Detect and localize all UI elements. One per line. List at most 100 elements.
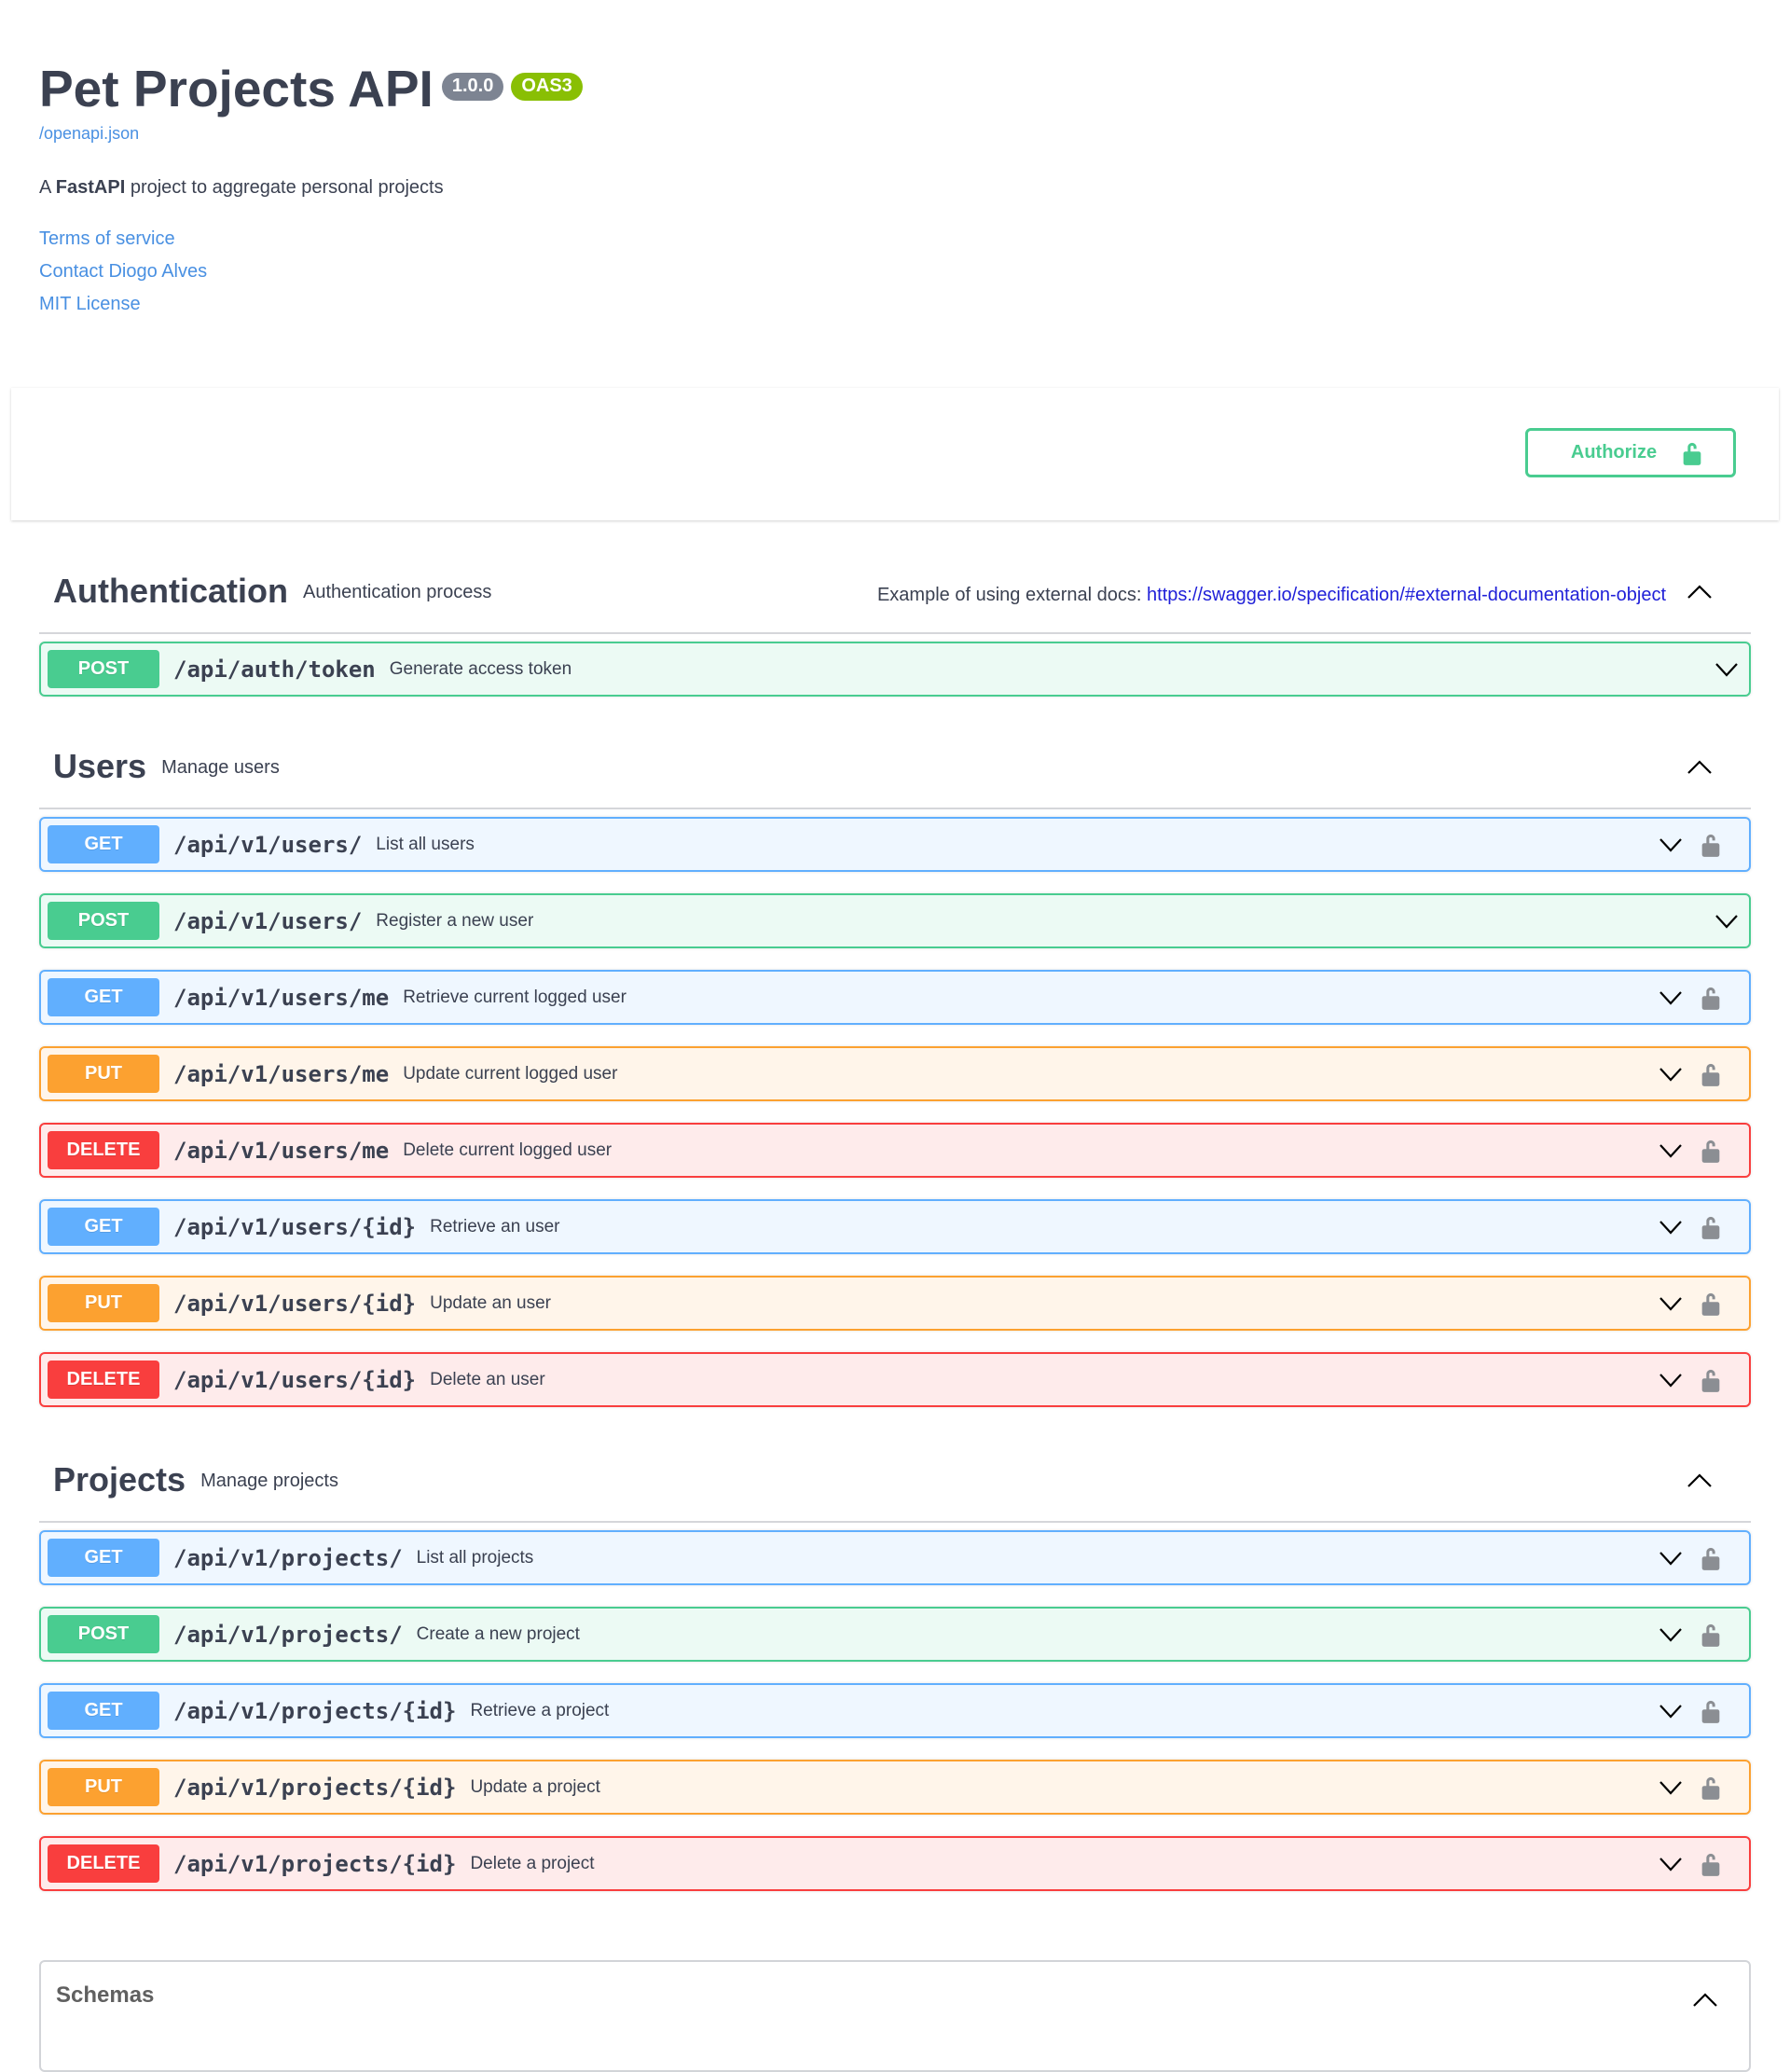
operation-summary: Update current logged user xyxy=(403,1063,618,1084)
unlock-icon[interactable] xyxy=(1700,1061,1722,1087)
unlock-icon[interactable] xyxy=(1700,1138,1722,1164)
tag-description: Manage projects xyxy=(200,1470,338,1491)
operation-path: /api/v1/users/me xyxy=(173,1137,390,1164)
operation-summary: Retrieve an user xyxy=(430,1216,560,1236)
chevron-down-icon[interactable] xyxy=(1658,1855,1684,1873)
method-badge: PUT xyxy=(48,1768,159,1806)
unlock-icon[interactable] xyxy=(1700,1214,1722,1240)
description-bold: FastAPI xyxy=(55,177,126,198)
operation-put[interactable]: PUT/api/v1/projects/{id} Update a project xyxy=(39,1760,1751,1815)
unlock-icon[interactable] xyxy=(1700,1851,1722,1877)
unlock-icon[interactable] xyxy=(1700,832,1722,858)
method-badge: PUT xyxy=(48,1284,159,1322)
authorize-button[interactable]: Authorize xyxy=(1525,428,1736,477)
operation-get[interactable]: GET/api/v1/users/{id} Retrieve an user xyxy=(39,1199,1751,1254)
operation-get[interactable]: GET/api/v1/users/List all users xyxy=(39,817,1751,872)
chevron-down-icon[interactable] xyxy=(1658,1065,1684,1084)
chevron-down-icon[interactable] xyxy=(1714,660,1740,679)
operation-summary: Delete a project xyxy=(470,1853,595,1873)
operation-path: /api/v1/projects/ xyxy=(173,1621,403,1648)
operation-summary: Retrieve a project xyxy=(470,1700,610,1720)
operation-put[interactable]: PUT/api/v1/users/me Update current logged… xyxy=(39,1046,1751,1101)
unlock-icon[interactable] xyxy=(1700,1367,1722,1393)
chevron-up-icon[interactable] xyxy=(1686,1471,1714,1489)
operation-summary: Register a new user xyxy=(376,910,534,931)
schemas-section: Schemas xyxy=(39,1960,1751,2072)
unlock-icon[interactable] xyxy=(1700,985,1722,1011)
tag-description: Authentication process xyxy=(302,581,492,602)
operation-summary: List all users xyxy=(376,834,475,854)
operation-path: /api/v1/users/me xyxy=(173,1060,390,1087)
operation-path: /api/v1/projects/{id} xyxy=(173,1850,457,1877)
operation-delete[interactable]: DELETE/api/v1/projects/{id} Delete a proj… xyxy=(39,1836,1751,1891)
chevron-down-icon[interactable] xyxy=(1658,1702,1684,1720)
unlock-icon[interactable] xyxy=(1700,1545,1722,1571)
chevron-down-icon[interactable] xyxy=(1658,988,1684,1007)
openapi-json-link[interactable]: /openapi.json xyxy=(39,124,583,144)
chevron-down-icon[interactable] xyxy=(1658,1778,1684,1797)
terms-of-service-link[interactable]: Terms of service xyxy=(39,223,583,256)
operation-post[interactable]: POST/api/auth/token Generate access token xyxy=(39,642,1751,697)
tag-header[interactable]: Users Manage users xyxy=(39,725,1751,809)
chevron-down-icon[interactable] xyxy=(1658,1625,1684,1644)
operation-post[interactable]: POST/api/v1/users/Register a new user xyxy=(39,893,1751,948)
operation-path: /api/v1/users/{id} xyxy=(173,1366,417,1393)
tag-name: Projects xyxy=(53,1460,186,1499)
operations-list: GET/api/v1/users/List all users POST/api/… xyxy=(39,817,1751,1407)
unlock-icon[interactable] xyxy=(1700,1775,1722,1801)
authorize-label: Authorize xyxy=(1570,442,1658,463)
method-badge: POST xyxy=(48,1615,159,1653)
external-docs-label: Example of using external docs: xyxy=(876,585,1148,605)
external-docs-link[interactable]: https://swagger.io/specification/#extern… xyxy=(1147,585,1666,605)
tag-header[interactable]: Projects Manage projects xyxy=(39,1439,1751,1523)
operation-summary: Create a new project xyxy=(416,1623,580,1644)
method-badge: DELETE xyxy=(48,1131,159,1169)
operation-path: /api/v1/users/{id} xyxy=(173,1290,417,1317)
operation-summary: Delete current logged user xyxy=(403,1140,613,1160)
tag-name: Authentication xyxy=(53,572,288,610)
method-badge: DELETE xyxy=(48,1844,159,1883)
method-badge: GET xyxy=(48,1692,159,1730)
unlock-icon[interactable] xyxy=(1700,1698,1722,1724)
title-row: Pet Projects API 1.0.0 OAS3 xyxy=(39,63,583,115)
operation-path: /api/v1/projects/ xyxy=(173,1544,403,1571)
unlock-icon[interactable] xyxy=(1700,1622,1722,1648)
version-badge: 1.0.0 xyxy=(441,73,504,101)
tag-description: Manage users xyxy=(161,756,280,778)
tag-header[interactable]: Authentication Authentication process Exam… xyxy=(39,550,1751,634)
operation-summary: List all projects xyxy=(416,1547,534,1568)
page-title: Pet Projects API xyxy=(39,60,434,117)
chevron-up-icon[interactable] xyxy=(1686,582,1714,601)
chevron-down-icon[interactable] xyxy=(1658,1294,1684,1313)
operation-get[interactable]: GET/api/v1/projects/List all projects xyxy=(39,1530,1751,1585)
operation-get[interactable]: GET/api/v1/projects/{id} Retrieve a proje… xyxy=(39,1683,1751,1738)
operation-get[interactable]: GET/api/v1/users/me Retrieve current logg… xyxy=(39,970,1751,1025)
operation-summary: Delete an user xyxy=(430,1369,545,1389)
scheme-container: Authorize xyxy=(11,388,1779,520)
operation-delete[interactable]: DELETE/api/v1/users/{id} Delete an user xyxy=(39,1352,1751,1407)
chevron-down-icon[interactable] xyxy=(1658,1218,1684,1236)
method-badge: DELETE xyxy=(48,1361,159,1399)
operation-post[interactable]: POST/api/v1/projects/Create a new projec… xyxy=(39,1607,1751,1662)
method-badge: POST xyxy=(48,650,159,688)
license-link[interactable]: MIT License xyxy=(39,288,583,321)
unlock-icon[interactable] xyxy=(1700,1291,1722,1317)
method-badge: GET xyxy=(48,825,159,863)
contact-link[interactable]: Contact Diogo Alves xyxy=(39,256,583,288)
operation-path: /api/auth/token xyxy=(173,656,376,683)
chevron-down-icon[interactable] xyxy=(1658,1141,1684,1160)
chevron-up-icon[interactable] xyxy=(1686,757,1714,776)
chevron-down-icon[interactable] xyxy=(1658,1549,1684,1568)
tag-name: Users xyxy=(53,747,147,785)
operation-delete[interactable]: DELETE/api/v1/users/me Delete current log… xyxy=(39,1123,1751,1178)
chevron-up-icon[interactable] xyxy=(1691,1990,1719,2009)
chevron-down-icon[interactable] xyxy=(1714,912,1740,931)
method-badge: PUT xyxy=(48,1055,159,1093)
chevron-down-icon[interactable] xyxy=(1658,1371,1684,1389)
operation-path: /api/v1/users/me xyxy=(173,984,390,1011)
chevron-down-icon[interactable] xyxy=(1658,836,1684,854)
operation-put[interactable]: PUT/api/v1/users/{id} Update an user xyxy=(39,1276,1751,1331)
schemas-title[interactable]: Schemas xyxy=(56,1982,154,2009)
tag-section-authentication: Authentication Authentication process Exam… xyxy=(39,550,1751,697)
external-docs: Example of using external docs: https://… xyxy=(877,585,1666,606)
